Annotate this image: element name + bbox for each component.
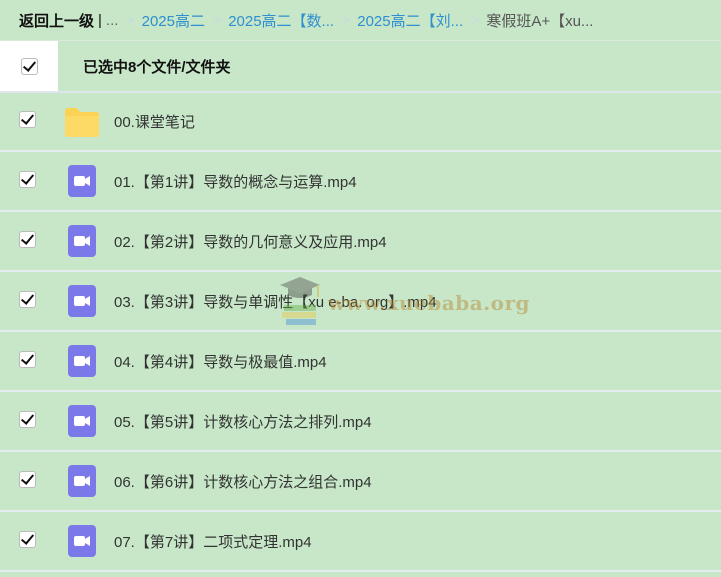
file-checkbox[interactable] — [18, 410, 36, 428]
file-name[interactable]: 01.【第1讲】导数的概念与运算.mp4 — [114, 171, 357, 192]
file-name[interactable]: 05.【第5讲】计数核心方法之排列.mp4 — [114, 411, 372, 432]
file-checkbox-cell[interactable] — [0, 512, 58, 570]
file-checkbox-cell[interactable] — [0, 212, 58, 270]
file-row[interactable]: 07.【第7讲】二项式定理.mp4 — [0, 512, 721, 572]
video-file-icon — [60, 284, 104, 318]
breadcrumb: 返回上一级 | ... > 2025高二 > 2025高二【数... > 202… — [0, 0, 721, 41]
file-checkbox[interactable] — [18, 350, 36, 368]
video-file-icon — [60, 524, 104, 558]
breadcrumb-link[interactable]: 2025高二 — [142, 10, 205, 31]
file-name[interactable]: 07.【第7讲】二项式定理.mp4 — [114, 531, 312, 552]
chevron-right-icon: > — [213, 12, 222, 28]
file-list: 00.课堂笔记 01.【第1讲】导数的概念与运算.mp4 02.【第2讲】导数的… — [0, 93, 721, 572]
file-row[interactable]: 05.【第5讲】计数核心方法之排列.mp4 — [0, 392, 721, 452]
file-name[interactable]: 00.课堂笔记 — [114, 111, 195, 132]
select-all-cell[interactable] — [0, 41, 58, 91]
file-checkbox-cell[interactable] — [0, 332, 58, 390]
file-checkbox-cell[interactable] — [0, 93, 58, 150]
chevron-right-icon: > — [342, 12, 351, 28]
file-checkbox[interactable] — [18, 470, 36, 488]
file-checkbox[interactable] — [18, 170, 36, 188]
chevron-right-icon: > — [471, 12, 480, 28]
video-file-icon — [60, 404, 104, 438]
file-checkbox-cell[interactable] — [0, 452, 58, 510]
file-row[interactable]: 03.【第3讲】导数与单调性【xu e-ba. org】.mp4 — [0, 272, 721, 332]
selection-count-label: 已选中8个文件/文件夹 — [83, 58, 231, 76]
file-checkbox[interactable] — [18, 230, 36, 248]
file-checkbox[interactable] — [18, 290, 36, 308]
file-checkbox-cell[interactable] — [0, 272, 58, 330]
selection-header: 已选中8个文件/文件夹 — [0, 41, 721, 93]
file-row[interactable]: 04.【第4讲】导数与极最值.mp4 — [0, 332, 721, 392]
breadcrumb-link[interactable]: 2025高二【数... — [228, 10, 334, 31]
file-row[interactable]: 01.【第1讲】导数的概念与运算.mp4 — [0, 152, 721, 212]
file-checkbox-cell[interactable] — [0, 152, 58, 210]
back-link[interactable]: 返回上一级 — [19, 10, 94, 31]
file-row[interactable]: 02.【第2讲】导数的几何意义及应用.mp4 — [0, 212, 721, 272]
video-file-icon — [60, 224, 104, 258]
file-row[interactable]: 06.【第6讲】计数核心方法之组合.mp4 — [0, 452, 721, 512]
file-checkbox-cell[interactable] — [0, 392, 58, 450]
breadcrumb-divider: | — [98, 11, 102, 29]
video-file-icon — [60, 344, 104, 378]
breadcrumb-link[interactable]: 2025高二【刘... — [357, 10, 463, 31]
file-checkbox[interactable] — [18, 530, 36, 548]
chevron-right-icon: > — [126, 12, 135, 28]
video-file-icon — [60, 164, 104, 198]
file-name[interactable]: 06.【第6讲】计数核心方法之组合.mp4 — [114, 471, 372, 492]
file-name[interactable]: 03.【第3讲】导数与单调性【xu e-ba. org】.mp4 — [114, 291, 437, 312]
select-all-checkbox[interactable] — [20, 57, 38, 75]
file-checkbox[interactable] — [18, 111, 36, 128]
file-row[interactable]: 00.课堂笔记 — [0, 93, 721, 152]
file-name[interactable]: 02.【第2讲】导数的几何意义及应用.mp4 — [114, 231, 387, 252]
breadcrumb-current: 寒假班A+【xu... — [486, 12, 594, 30]
breadcrumb-ellipsis[interactable]: ... — [106, 12, 119, 29]
folder-icon — [60, 106, 104, 138]
file-name[interactable]: 04.【第4讲】导数与极最值.mp4 — [114, 351, 327, 372]
video-file-icon — [60, 464, 104, 498]
